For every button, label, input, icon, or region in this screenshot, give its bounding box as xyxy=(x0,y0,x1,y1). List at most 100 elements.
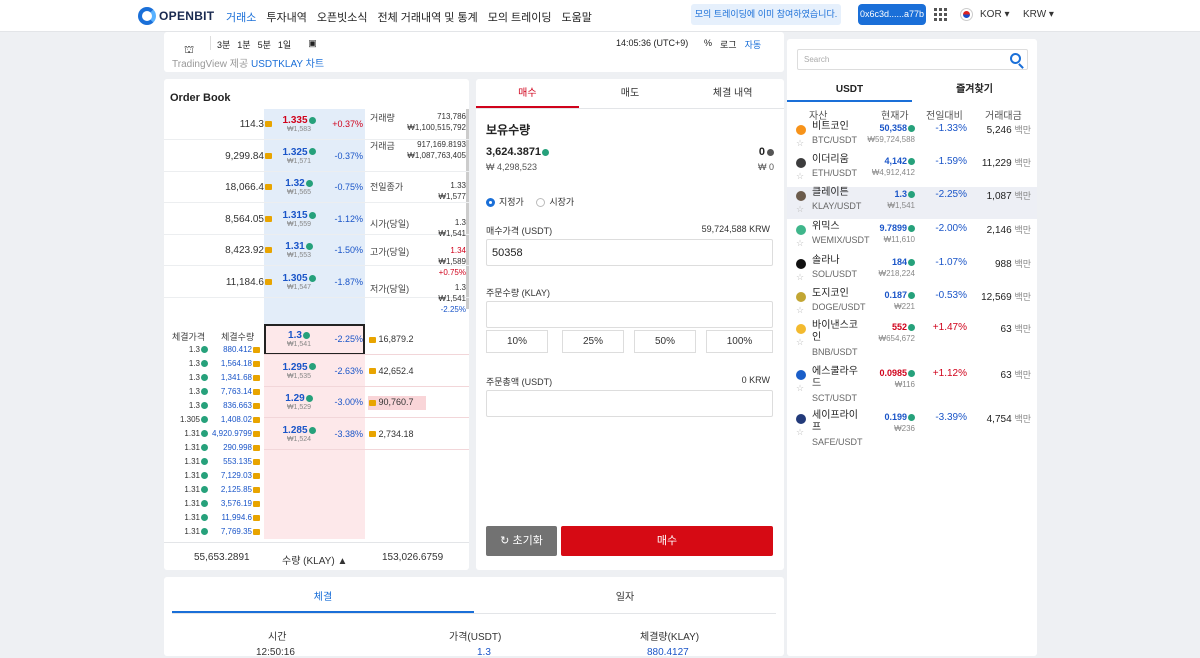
col-asset[interactable]: 자산 xyxy=(809,107,827,122)
tab-daily[interactable]: 일자 xyxy=(474,587,776,613)
limit-radio[interactable]: 지정가 xyxy=(486,197,524,208)
pct-25-button[interactable]: 25% xyxy=(562,330,624,353)
coin-change: -2.00% xyxy=(935,223,967,234)
nav-news[interactable]: 오픈빗소식 xyxy=(317,9,368,25)
market-radio[interactable]: 시장가 xyxy=(536,197,574,208)
favorite-star-icon[interactable]: ☆ xyxy=(796,305,804,316)
reset-button[interactable]: ↻ 초기화 xyxy=(486,526,557,556)
tether-icon xyxy=(908,225,915,233)
tether-icon xyxy=(542,148,550,156)
nav-stats[interactable]: 전체 거래내역 및 통계 xyxy=(377,9,477,25)
coin-icon xyxy=(253,458,260,465)
bid-row[interactable]: 1.295 ₩1,535 -2.63% 42,652.4 xyxy=(264,356,469,387)
interval-3m[interactable]: 3분 xyxy=(217,38,230,51)
favorite-star-icon[interactable]: ☆ xyxy=(796,383,804,394)
log-toggle[interactable]: 로그 xyxy=(720,38,737,51)
total-input[interactable] xyxy=(486,390,773,417)
auto-toggle[interactable]: 자동 xyxy=(745,38,762,51)
chart-type-icon[interactable]: ▣ xyxy=(308,38,317,51)
price-input[interactable]: 50358 xyxy=(486,239,773,266)
market-row[interactable]: ☆ 이더리움 ETH/USDT 4,142 ₩4,912,412 -1.59% … xyxy=(787,154,1037,186)
percent-toggle[interactable]: % xyxy=(704,38,712,51)
nav-mock-trading[interactable]: 모의 트레이딩 xyxy=(488,9,552,25)
favorite-star-icon[interactable]: ☆ xyxy=(796,427,804,438)
favorite-star-icon[interactable]: ☆ xyxy=(796,204,804,215)
market-row[interactable]: ☆ 솔라나 SOL/USDT 184 ₩218,224 -1.07% 988 백… xyxy=(787,255,1037,287)
coin-price: 9.7899 xyxy=(865,223,915,233)
qty-input[interactable] xyxy=(486,301,773,328)
favorite-star-icon[interactable]: ☆ xyxy=(796,337,804,348)
market-row[interactable]: ☆ 바이낸스코인 BNB/USDT 552 ₩654,672 +1.47% 63… xyxy=(787,320,1037,364)
favorite-star-icon[interactable]: ☆ xyxy=(796,138,804,149)
tab-sell[interactable]: 매도 xyxy=(579,79,682,108)
ask-change: -0.75% xyxy=(334,182,363,193)
tab-trades[interactable]: 체결 xyxy=(172,587,474,613)
interval-1m[interactable]: 1분 xyxy=(237,38,250,51)
nav-investment[interactable]: 투자내역 xyxy=(266,9,306,25)
coin-icon xyxy=(253,388,260,395)
pct-50-button[interactable]: 50% xyxy=(634,330,696,353)
apps-grid-icon[interactable] xyxy=(934,8,947,21)
trade-row: 1.3 880.412 xyxy=(170,345,264,359)
market-row[interactable]: ☆ 에스쿨라우드 SCT/USDT 0.0985 ₩116 +1.12% 63 … xyxy=(787,366,1037,410)
favorite-star-icon[interactable]: ☆ xyxy=(796,238,804,249)
col-price[interactable]: 현재가 xyxy=(881,107,909,122)
ask-price: 1.335 ₩1,583 xyxy=(274,115,324,133)
tether-icon xyxy=(201,472,208,480)
trade-row: 1.31 2,125.85 xyxy=(170,485,264,499)
trade-qty: 290.998 xyxy=(210,443,260,452)
wallet-button[interactable]: 0x6c3d......a77b xyxy=(858,4,926,25)
search-icon[interactable] xyxy=(1010,53,1021,64)
trade-price: 1.31 xyxy=(170,485,208,494)
coin-volume: 11,229 백만 xyxy=(981,158,1031,169)
coin-krw: ₩1,541 xyxy=(887,201,915,210)
total-label: 주문총액 (USDT) xyxy=(486,377,553,387)
trade-qty-header: 체결수량 xyxy=(221,332,255,342)
favorite-star-icon[interactable]: ☆ xyxy=(796,171,804,182)
tab-history[interactable]: 체결 내역 xyxy=(681,79,784,108)
col-change[interactable]: 전일대비 xyxy=(926,107,963,122)
favorite-star-icon[interactable]: ☆ xyxy=(796,272,804,283)
tether-icon xyxy=(201,360,208,368)
coin-krw: ₩654,672 xyxy=(878,334,915,343)
chart-link[interactable]: USDTKLAY 차트 xyxy=(251,59,324,70)
coin-icon xyxy=(265,215,272,222)
interval-1d[interactable]: 1일 xyxy=(278,38,291,51)
nav-help[interactable]: 도움말 xyxy=(562,9,592,25)
coin-icon xyxy=(369,368,376,375)
search-input[interactable]: Search xyxy=(797,49,1028,70)
pct-100-button[interactable]: 100% xyxy=(706,330,773,353)
tether-icon xyxy=(908,158,915,166)
coin-krw: ₩236 xyxy=(894,424,915,433)
market-row[interactable]: ☆ 도지코인 DOGE/USDT 0.187 ₩221 -0.53% 12,56… xyxy=(787,288,1037,320)
bid-row[interactable]: 1.285 ₩1,524 -3.38% 2,734.18 xyxy=(264,419,469,450)
trade-row: 1.31 290.998 xyxy=(170,443,264,457)
nav-exchange[interactable]: 거래소 xyxy=(226,9,256,25)
market-row[interactable]: ☆ 위믹스 WEMIX/USDT 9.7899 ₩11,610 -2.00% 2… xyxy=(787,221,1037,253)
tab-buy[interactable]: 매수 xyxy=(476,79,579,108)
qty-toggle[interactable]: 수량 (KLAY) ▲ xyxy=(282,552,347,567)
coin-name: 비트코인 xyxy=(812,121,849,132)
coin-logo-icon xyxy=(796,225,806,235)
buy-button[interactable]: 매수 xyxy=(561,526,773,556)
toolbar-divider xyxy=(210,36,211,50)
bid-row[interactable]: 1.3 ₩1,541 -2.25% 16,879.2 xyxy=(264,324,469,355)
language-select[interactable]: KOR ▾ xyxy=(980,9,1009,20)
market-row[interactable]: ☆ 세이프라이프 SAFE/USDT 0.199 ₩236 -3.39% 4,7… xyxy=(787,410,1037,454)
openbit-logo[interactable]: OPENBIT xyxy=(138,7,214,25)
col-time: 시간 xyxy=(268,632,287,643)
market-row[interactable]: ☆ 비트코인 BTC/USDT 50,358 ₩59,724,588 -1.33… xyxy=(787,121,1037,153)
tether-icon xyxy=(201,402,208,410)
currency-select[interactable]: KRW ▾ xyxy=(1023,9,1054,20)
tab-favorites[interactable]: 즐겨찾기 xyxy=(912,80,1037,102)
interval-5m[interactable]: 5분 xyxy=(258,38,271,51)
market-row[interactable]: ☆ 클레이튼 KLAY/USDT 1.3 ₩1,541 -2.25% 1,087… xyxy=(787,187,1037,219)
bid-row[interactable]: 1.29 ₩1,529 -3.00% 90,760.7 xyxy=(264,387,469,419)
trade-qty: 1,564.18 xyxy=(210,359,260,368)
coin-change: -1.59% xyxy=(935,156,967,167)
tab-usdt[interactable]: USDT xyxy=(787,80,912,102)
pct-10-button[interactable]: 10% xyxy=(486,330,548,353)
mock-trading-banner[interactable]: 모의 트레이딩에 이미 참여하였습니다. xyxy=(691,4,841,25)
col-volume[interactable]: 거래대금 xyxy=(985,107,1022,122)
coin-volume: 988 백만 xyxy=(994,259,1031,270)
